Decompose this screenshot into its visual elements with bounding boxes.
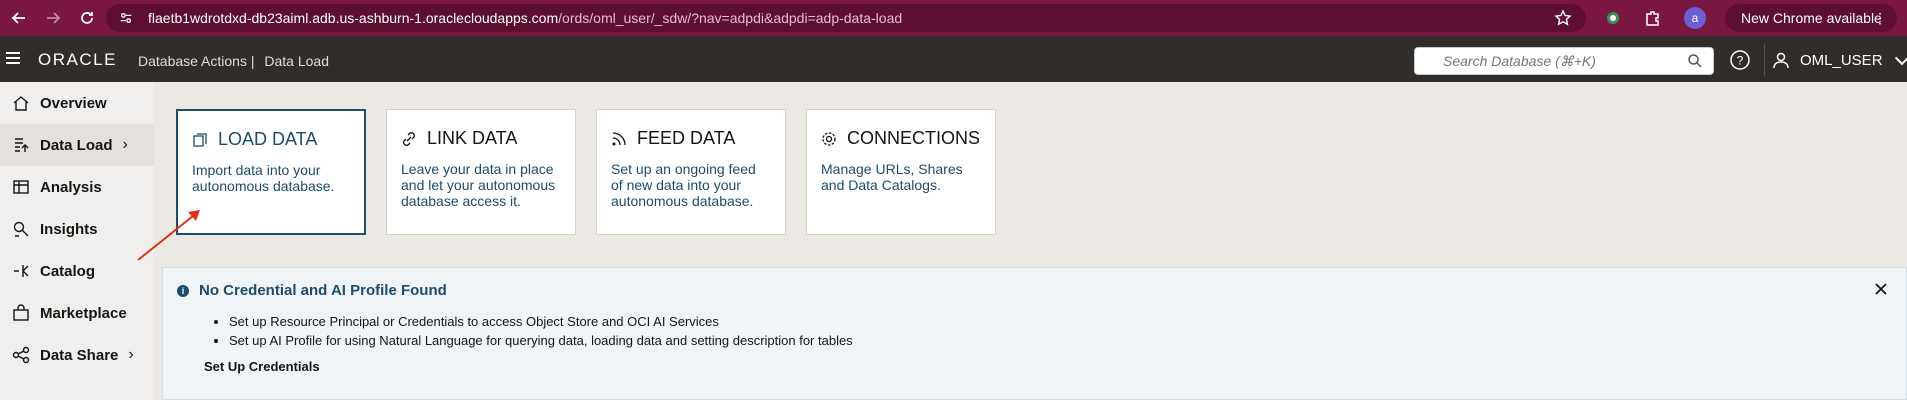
close-icon[interactable] bbox=[1872, 280, 1890, 298]
url-host: flaetb1wdrotdxd-db23aiml.adb.us-ashburn-… bbox=[148, 10, 559, 26]
marketplace-icon bbox=[13, 304, 29, 321]
breadcrumb: Database Actions | Data Load bbox=[138, 53, 329, 69]
search-box bbox=[1414, 47, 1714, 75]
svg-text:?: ? bbox=[1737, 54, 1744, 68]
menu-kebab-icon: ⋮ bbox=[1873, 10, 1887, 26]
card-description: Import data into your autonomous databas… bbox=[192, 162, 335, 194]
data-load-icon bbox=[15, 138, 29, 152]
sidebar-item-label: Analysis bbox=[40, 178, 102, 196]
card-title: LINK DATA bbox=[401, 128, 561, 149]
sidebar-item-data-share[interactable]: Data Share › bbox=[0, 334, 154, 376]
card-description: Manage URLs, Shares and Data Catalogs. bbox=[821, 161, 963, 193]
profile-avatar[interactable]: a bbox=[1684, 7, 1706, 29]
extension-icon[interactable] bbox=[1604, 9, 1622, 27]
card-title: LOAD DATA bbox=[192, 129, 350, 150]
puzzle-icon[interactable] bbox=[1644, 9, 1662, 27]
sidebar-item-analysis[interactable]: Analysis bbox=[0, 166, 154, 208]
forward-button[interactable] bbox=[38, 3, 68, 33]
help-icon[interactable]: ? bbox=[1729, 49, 1751, 71]
card-title: FEED DATA bbox=[611, 128, 771, 149]
share-icon bbox=[12, 346, 30, 364]
feed-icon bbox=[612, 131, 626, 145]
sidebar: Overview Data Load › Analysis Insights C… bbox=[0, 82, 154, 400]
search-icon[interactable] bbox=[1687, 53, 1703, 69]
sidebar-item-overview[interactable]: Overview bbox=[0, 82, 154, 124]
user-menu[interactable]: OML_USER bbox=[1772, 48, 1907, 72]
reload-icon bbox=[81, 12, 93, 24]
sidebar-item-label: Data Load bbox=[40, 136, 113, 154]
reload-button[interactable] bbox=[72, 3, 102, 33]
banner-title-text: No Credential and AI Profile Found bbox=[199, 282, 447, 299]
list-item: Set up Resource Principal or Credentials… bbox=[229, 314, 853, 329]
user-name: OML_USER bbox=[1800, 51, 1883, 69]
card-title-text: FEED DATA bbox=[637, 128, 736, 148]
sidebar-item-label: Insights bbox=[40, 220, 98, 238]
chevron-right-icon: › bbox=[122, 136, 128, 153]
sidebar-item-insights[interactable]: Insights bbox=[0, 208, 154, 250]
sidebar-item-label: Catalog bbox=[40, 262, 96, 280]
set-up-credentials-link[interactable]: Set Up Credentials bbox=[204, 359, 320, 374]
site-settings-icon[interactable] bbox=[116, 8, 136, 28]
url-text: flaetb1wdrotdxd-db23aiml.adb.us-ashburn-… bbox=[148, 10, 902, 26]
breadcrumb-separator: | bbox=[250, 53, 255, 69]
analysis-icon bbox=[13, 180, 29, 194]
insights-icon bbox=[13, 221, 29, 237]
arrow-right-icon bbox=[47, 12, 61, 24]
annotation-arrow bbox=[137, 210, 200, 261]
banner-title: i No Credential and AI Profile Found bbox=[177, 282, 447, 299]
card-title-text: CONNECTIONS bbox=[847, 128, 981, 148]
section-name: Data Load bbox=[264, 53, 329, 69]
sidebar-item-label: Overview bbox=[40, 94, 107, 112]
credential-warning-banner: i No Credential and AI Profile Found Set… bbox=[162, 267, 1907, 400]
banner-list: Set up Resource Principal or Credentials… bbox=[229, 314, 853, 352]
back-button[interactable] bbox=[4, 3, 34, 33]
link-icon bbox=[403, 131, 415, 146]
arrow-left-icon bbox=[11, 12, 25, 24]
list-item: Set up AI Profile for using Natural Lang… bbox=[229, 333, 853, 348]
sidebar-item-catalog[interactable]: Catalog bbox=[0, 250, 154, 292]
card-description: Leave your data in place and let your au… bbox=[401, 161, 556, 209]
sidebar-item-label: Marketplace bbox=[40, 304, 127, 322]
oracle-logo: ORACLE bbox=[38, 50, 117, 69]
gear-icon bbox=[822, 131, 836, 146]
app-header: ORACLE Database Actions | Data Load ? OM… bbox=[0, 36, 1907, 82]
main-content: LOAD DATA Import data into your autonomo… bbox=[137, 82, 1907, 400]
card-feed-data[interactable]: FEED DATA Set up an ongoing feed of new … bbox=[596, 109, 786, 235]
card-title: CONNECTIONS bbox=[821, 128, 981, 149]
sidebar-item-marketplace[interactable]: Marketplace bbox=[0, 292, 154, 334]
hamburger-menu-icon[interactable] bbox=[6, 52, 20, 64]
home-icon bbox=[13, 96, 29, 111]
chevron-right-icon: › bbox=[128, 346, 134, 363]
info-icon: i bbox=[177, 284, 189, 297]
app-name[interactable]: Database Actions bbox=[138, 53, 247, 69]
header-divider bbox=[1764, 44, 1765, 76]
user-icon bbox=[1773, 52, 1789, 69]
card-title-text: LOAD DATA bbox=[218, 129, 318, 149]
sidebar-item-data-load[interactable]: Data Load › bbox=[0, 124, 154, 166]
extensions-area: a bbox=[1604, 7, 1706, 29]
catalog-icon bbox=[14, 265, 29, 277]
url-path: /ords/oml_user/_sdw/?nav=adpdi&adpdi=adp… bbox=[558, 10, 903, 26]
bookmark-star-icon[interactable] bbox=[1554, 9, 1572, 27]
update-label: New Chrome available bbox=[1741, 10, 1882, 26]
load-icon bbox=[193, 132, 207, 147]
card-connections[interactable]: CONNECTIONS Manage URLs, Shares and Data… bbox=[806, 109, 996, 235]
card-link-data[interactable]: LINK DATA Leave your data in place and l… bbox=[386, 109, 576, 235]
search-input[interactable] bbox=[1415, 48, 1675, 74]
card-title-text: LINK DATA bbox=[427, 128, 518, 148]
browser-toolbar: flaetb1wdrotdxd-db23aiml.adb.us-ashburn-… bbox=[0, 0, 1907, 36]
address-bar[interactable]: flaetb1wdrotdxd-db23aiml.adb.us-ashburn-… bbox=[106, 4, 1586, 32]
card-description: Set up an ongoing feed of new data into … bbox=[611, 161, 756, 209]
sidebar-item-label: Data Share bbox=[40, 346, 119, 364]
update-chrome-button[interactable]: New Chrome available ⋮ bbox=[1725, 4, 1897, 32]
chevron-down-icon bbox=[1894, 56, 1907, 66]
